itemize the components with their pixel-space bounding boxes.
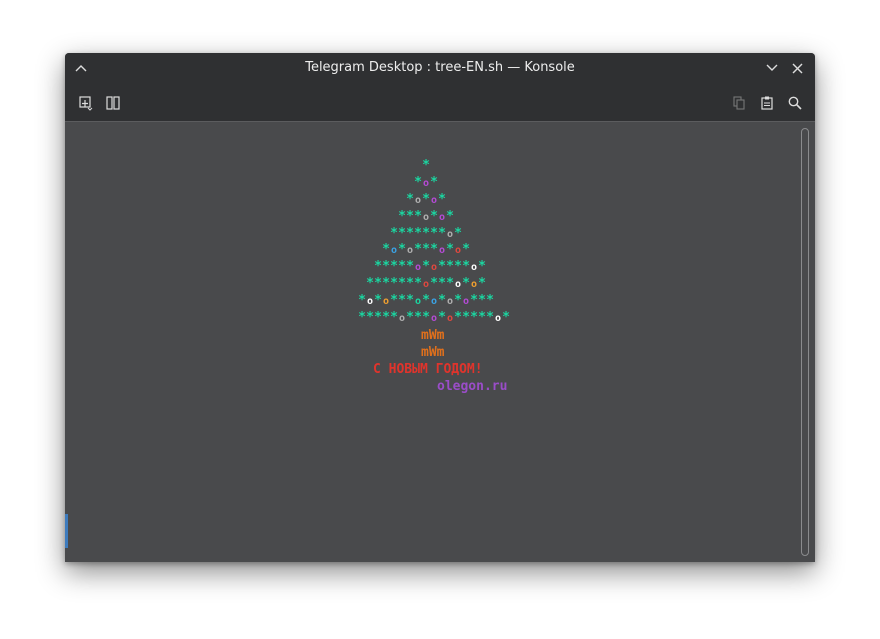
terminal-area[interactable]: * *o* *o*o* ***o*o* *******o* *o*o***o*o… — [65, 122, 815, 562]
toolbar — [65, 83, 815, 122]
window-title: Telegram Desktop : tree-EN.sh — Konsole — [305, 60, 575, 75]
tree-row: *o*o* — [406, 191, 446, 207]
tree-trunk-line-1: mWm — [421, 328, 445, 343]
tree-row: *o*o***o*o*o*o*** — [358, 293, 494, 309]
tree-row: *****o***o*o*****o* — [358, 310, 510, 326]
split-view-icon[interactable] — [102, 92, 124, 114]
new-tab-icon[interactable] — [75, 92, 97, 114]
ascii-christmas-tree: * *o* *o*o* ***o*o* *******o* *o*o***o*o… — [358, 158, 510, 327]
close-icon[interactable] — [787, 58, 807, 78]
tree-row: *******o* — [390, 225, 462, 241]
tree-trunk-line-2: mWm — [421, 345, 445, 360]
copy-icon[interactable] — [728, 92, 750, 114]
site-text: olegon.ru — [437, 379, 508, 394]
title-bar: Telegram Desktop : tree-EN.sh — Konsole — [65, 53, 815, 83]
paste-icon[interactable] — [756, 92, 778, 114]
tree-row: *******o***o*o* — [366, 276, 486, 292]
tree-row: *****o*o****o* — [374, 259, 486, 275]
tree-row: * — [422, 158, 430, 173]
konsole-window: Telegram Desktop : tree-EN.sh — Konsole — [65, 53, 815, 562]
tree-row: *o* — [414, 174, 438, 190]
focus-indicator — [65, 514, 68, 548]
tree-row: ***o*o* — [398, 208, 454, 224]
greeting-text: С НОВЫМ ГОДОМ! — [373, 362, 483, 377]
chevron-down-icon[interactable] — [762, 58, 782, 78]
scrollbar[interactable] — [801, 128, 809, 556]
search-icon[interactable] — [784, 92, 806, 114]
tree-row: *o*o***o*o* — [382, 242, 470, 258]
